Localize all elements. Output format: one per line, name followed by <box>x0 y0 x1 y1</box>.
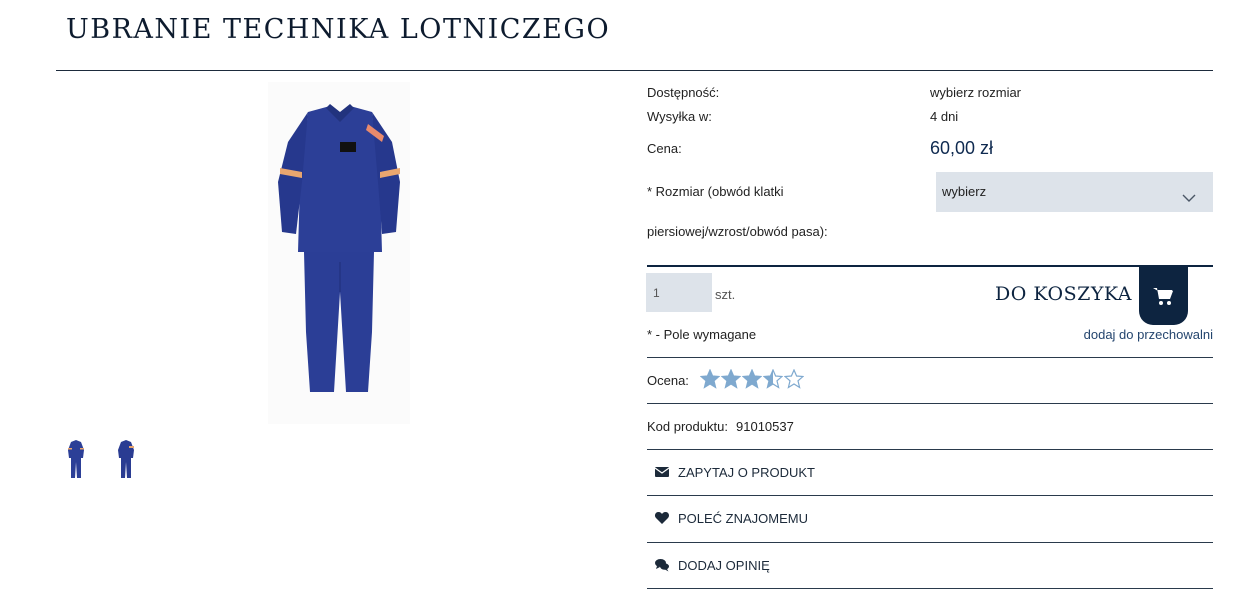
star-icon[interactable] <box>763 369 783 389</box>
availability-label: Dostępność: <box>647 85 720 100</box>
required-note: * - Pole wymagane <box>647 327 757 342</box>
shipping-label: Wysyłka w: <box>647 109 712 124</box>
ask-about-product-button[interactable]: ZAPYTAJ O PRODUKT <box>654 464 815 480</box>
availability-value: wybierz rozmiar <box>930 85 1022 100</box>
add-review-button[interactable]: DODAJ OPINIĘ <box>654 557 770 573</box>
divider <box>647 588 1213 589</box>
quantity-input[interactable] <box>646 273 712 312</box>
add-to-wishlist-link[interactable]: dodaj do przechowalni <box>1084 327 1213 342</box>
cart-divider <box>647 265 1213 267</box>
product-code-label: Kod produktu: <box>647 419 728 434</box>
product-code-value: 91010537 <box>736 419 794 434</box>
chevron-down-icon <box>1181 182 1197 222</box>
shipping-value: 4 dni <box>930 109 959 124</box>
recommend-to-friend-label: POLEĆ ZNAJOMEMU <box>678 510 809 526</box>
price-value: 60,00 zł <box>930 138 994 158</box>
star-icon[interactable] <box>700 369 720 389</box>
size-select-value: wybierz <box>942 184 987 199</box>
star-icon[interactable] <box>742 369 762 389</box>
product-title: UBRANIE TECHNIKA LOTNICZEGO <box>66 14 611 45</box>
product-thumbnail[interactable] <box>65 438 87 480</box>
envelope-icon <box>654 464 670 480</box>
recommend-to-friend-button[interactable]: POLEĆ ZNAJOMEMU <box>654 510 808 526</box>
star-icon[interactable] <box>784 369 804 389</box>
price-label: Cena: <box>647 141 682 156</box>
divider <box>647 357 1213 358</box>
rating-stars[interactable] <box>700 369 804 389</box>
ask-about-product-label: ZAPYTAJ O PRODUKT <box>678 464 815 480</box>
quantity-unit: szt. <box>715 287 736 302</box>
product-main-image[interactable] <box>268 82 410 424</box>
add-to-cart-label[interactable]: DO KOSZYKA <box>995 283 1132 305</box>
heart-icon <box>654 510 670 526</box>
star-icon[interactable] <box>721 369 741 389</box>
divider <box>647 542 1213 543</box>
size-label-line2: piersiowej/wzrost/obwód pasa): <box>647 224 828 239</box>
size-label-line1: * Rozmiar (obwód klatki <box>647 184 784 199</box>
divider <box>647 449 1213 450</box>
product-thumbnail[interactable] <box>115 438 137 480</box>
comments-icon <box>654 557 670 573</box>
add-to-cart-button[interactable] <box>1139 266 1188 325</box>
title-divider <box>56 70 1213 71</box>
cart-icon <box>1153 288 1173 305</box>
divider <box>647 403 1213 404</box>
add-review-label: DODAJ OPINIĘ <box>678 557 770 573</box>
size-select[interactable]: wybierz <box>936 172 1213 212</box>
rating-label: Ocena: <box>647 373 689 388</box>
divider <box>647 495 1213 496</box>
